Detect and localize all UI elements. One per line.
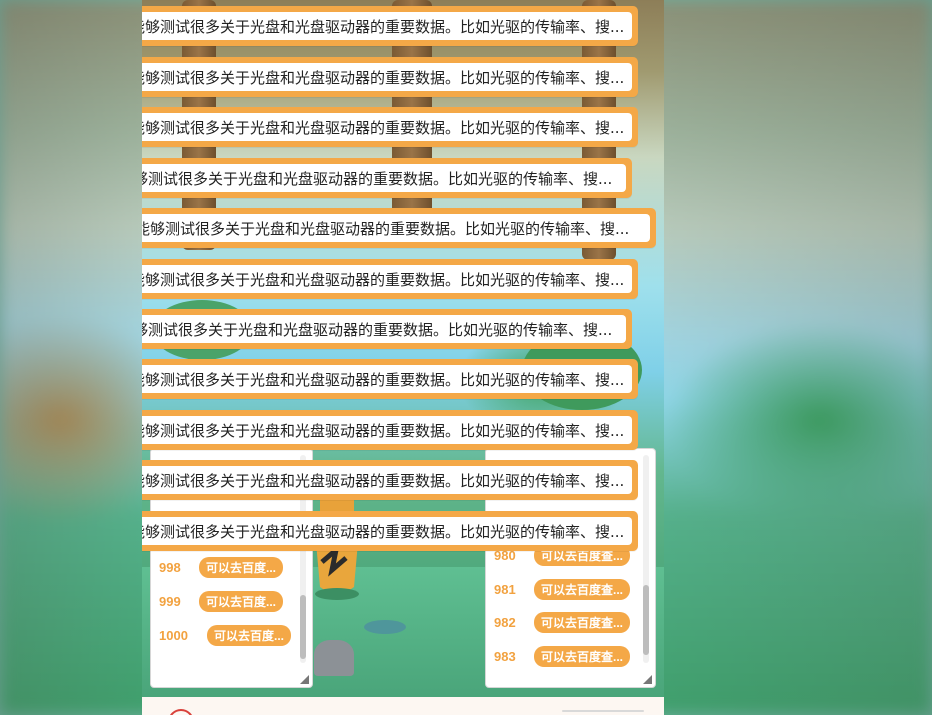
rank-number: 982 [494,615,516,630]
app-logo-icon[interactable] [168,709,194,715]
rank-number: 999 [159,594,181,609]
list-item[interactable]: 1000 可以去百度... [159,625,292,646]
background-shade-left [0,0,142,715]
list-item[interactable]: 981 可以去百度查... [494,579,631,600]
danmaku-bar[interactable]: 能够测试很多关于光盘和光盘驱动器的重要数据。比如光驱的传输率、搜... [142,6,638,46]
pond [364,620,406,634]
rank-number: 981 [494,582,516,597]
danmaku-text: 能够测试很多关于光盘和光盘驱动器的重要数据。比如光驱的传输率、搜... [142,113,632,141]
entry-label[interactable]: 可以去百度查... [534,612,631,633]
bottom-bar [142,697,664,715]
entry-label[interactable]: 可以去百度... [207,625,292,646]
list-item[interactable]: 983 可以去百度查... [494,646,631,667]
danmaku-bar[interactable]: 能够测试很多关于光盘和光盘驱动器的重要数据。比如光驱的传输率、搜... [142,309,632,349]
danmaku-bar[interactable]: 能够测试很多关于光盘和光盘驱动器的重要数据。比如光驱的传输率、搜... [142,158,632,198]
rank-number: 1000 [159,628,188,643]
entry-label[interactable]: 可以去百度查... [534,579,631,600]
danmaku-bar[interactable]: 能够测试很多关于光盘和光盘驱动器的重要数据。比如光驱的传输率、搜... [142,511,638,551]
list-item[interactable]: 999 可以去百度... [159,591,284,612]
danmaku-text: 能够测试很多关于光盘和光盘驱动器的重要数据。比如光驱的传输率、搜... [142,164,626,192]
danmaku-text: 能够测试很多关于光盘和光盘驱动器的重要数据。比如光驱的传输率、搜... [142,315,626,343]
game-viewport[interactable]: 998 可以去百度... 999 可以去百度... 1000 可以去百度... … [142,0,664,715]
danmaku-text: 能够测试很多关于光盘和光盘驱动器的重要数据。比如光驱的传输率、搜... [142,466,632,494]
rank-number: 983 [494,649,516,664]
danmaku-bar[interactable]: 能够测试很多关于光盘和光盘驱动器的重要数据。比如光驱的传输率、搜... [142,410,638,450]
scrollbar-thumb[interactable] [643,585,649,655]
background-shade-right [664,0,932,715]
entry-label[interactable]: 可以去百度... [199,557,284,578]
rank-number: 998 [159,560,181,575]
danmaku-text: 能够测试很多关于光盘和光盘驱动器的重要数据。比如光驱的传输率、搜... [142,63,632,91]
scrollbar[interactable] [643,455,649,663]
danmaku-text: 能够测试很多关于光盘和光盘驱动器的重要数据。比如光驱的传输率、搜... [142,214,650,242]
danmaku-bar[interactable]: 能够测试很多关于光盘和光盘驱动器的重要数据。比如光驱的传输率、搜... [142,359,638,399]
rock [314,640,354,676]
danmaku-text: 能够测试很多关于光盘和光盘驱动器的重要数据。比如光驱的传输率、搜... [142,416,632,444]
danmaku-bar[interactable]: 能够测试很多关于光盘和光盘驱动器的重要数据。比如光驱的传输率、搜... [142,107,638,147]
danmaku-text: 能够测试很多关于光盘和光盘驱动器的重要数据。比如光驱的传输率、搜... [142,517,632,545]
list-item[interactable]: 982 可以去百度查... [494,612,631,633]
danmaku-text: 能够测试很多关于光盘和光盘驱动器的重要数据。比如光驱的传输率、搜... [142,12,632,40]
scrollbar-thumb[interactable] [300,595,306,659]
entry-label[interactable]: 可以去百度查... [534,646,631,667]
list-item[interactable]: 998 可以去百度... [159,557,284,578]
danmaku-bar[interactable]: 能够测试很多关于光盘和光盘驱动器的重要数据。比如光驱的传输率、搜... [142,57,638,97]
resize-handle-icon[interactable] [300,675,309,684]
danmaku-bar[interactable]: 能够测试很多关于光盘和光盘驱动器的重要数据。比如光驱的传输率、搜... [142,208,656,248]
danmaku-text: 能够测试很多关于光盘和光盘驱动器的重要数据。比如光驱的传输率、搜... [142,265,632,293]
danmaku-bar[interactable]: 能够测试很多关于光盘和光盘驱动器的重要数据。比如光驱的传输率、搜... [142,460,638,500]
danmaku-text: 能够测试很多关于光盘和光盘驱动器的重要数据。比如光驱的传输率、搜... [142,365,632,393]
resize-handle-icon[interactable] [643,675,652,684]
danmaku-bar[interactable]: 能够测试很多关于光盘和光盘驱动器的重要数据。比如光驱的传输率、搜... [142,259,638,299]
entry-label[interactable]: 可以去百度... [199,591,284,612]
divider [562,710,644,712]
